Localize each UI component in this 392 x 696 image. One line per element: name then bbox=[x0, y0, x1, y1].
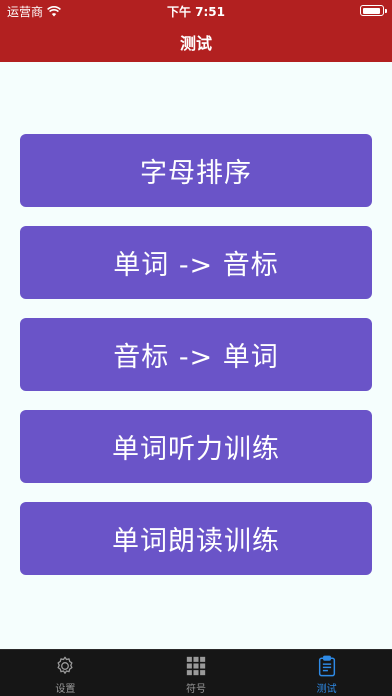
page-title: 测试 bbox=[179, 34, 212, 53]
tab-settings[interactable]: 设置 bbox=[0, 650, 131, 696]
grid-icon bbox=[186, 656, 206, 676]
gear-icon bbox=[57, 656, 73, 674]
header-bar: 运营商 下午 7:51 测试 bbox=[0, 0, 392, 62]
test-menu: 字母排序 单词 -> 音标 音标 -> 单词 单词听力训练 单词朗读训练 bbox=[20, 134, 372, 594]
battery-icon bbox=[360, 5, 387, 16]
word-listening-button[interactable]: 单词听力训练 bbox=[20, 410, 372, 483]
tab-settings-label: 设置 bbox=[55, 684, 76, 695]
phonetic-to-word-button[interactable]: 音标 -> 单词 bbox=[20, 318, 372, 391]
tab-test-label: 测试 bbox=[316, 684, 337, 695]
word-reading-button[interactable]: 单词朗读训练 bbox=[20, 502, 372, 575]
letter-order-button[interactable]: 字母排序 bbox=[20, 134, 372, 207]
clipboard-icon bbox=[318, 655, 335, 677]
battery-fill bbox=[362, 7, 380, 14]
tab-symbols[interactable]: 符号 bbox=[131, 650, 262, 696]
status-bar: 运营商 下午 7:51 bbox=[0, 0, 392, 22]
tab-symbols-label: 符号 bbox=[186, 684, 206, 695]
tab-bar: 设置 符号 测试 bbox=[0, 649, 392, 696]
tab-test[interactable]: 测试 bbox=[261, 650, 392, 696]
word-to-phonetic-button[interactable]: 单词 -> 音标 bbox=[20, 226, 372, 299]
status-time: 下午 7:51 bbox=[166, 5, 226, 19]
